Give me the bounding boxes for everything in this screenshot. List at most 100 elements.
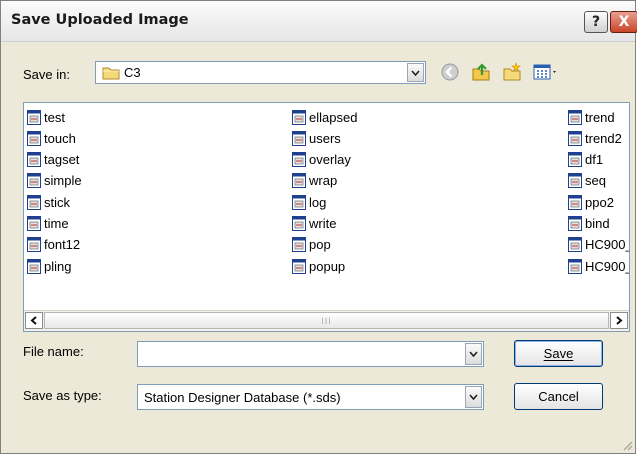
file-icon	[292, 258, 306, 274]
file-name: wrap	[309, 173, 338, 189]
file-list-item[interactable]: ellapsed	[292, 107, 357, 127]
file-name: simple	[44, 173, 82, 189]
file-icon	[27, 173, 41, 189]
file-name: seq	[585, 173, 606, 189]
file-name: overlay	[309, 152, 351, 168]
new-folder-icon[interactable]	[501, 61, 523, 83]
file-name: touch	[44, 130, 76, 146]
save-as-type-value: Station Designer Database (*.sds)	[144, 390, 341, 405]
file-icon	[27, 130, 41, 146]
back-icon[interactable]	[439, 61, 461, 83]
scroll-left-button[interactable]	[25, 312, 43, 329]
file-list-item[interactable]: log	[292, 192, 326, 212]
file-list[interactable]: test touch tagset simple stick time font12 plin…	[23, 102, 630, 332]
file-icon	[568, 194, 582, 210]
file-name: time	[44, 216, 69, 231]
file-icon	[27, 237, 41, 253]
file-list-item[interactable]: test	[27, 107, 65, 127]
help-button[interactable]: ?	[584, 11, 608, 33]
file-list-item[interactable]: bind	[568, 214, 610, 234]
scroll-right-button[interactable]	[610, 312, 628, 329]
file-name: HC900_	[585, 237, 630, 253]
file-list-item[interactable]: seq	[568, 171, 606, 191]
up-folder-icon[interactable]	[470, 61, 492, 83]
folder-icon	[102, 65, 120, 83]
file-icon	[27, 216, 41, 231]
file-icon	[27, 194, 41, 210]
title-bar[interactable]: Save Uploaded Image ? X	[1, 1, 637, 42]
file-icon	[568, 130, 582, 146]
file-icon	[292, 216, 306, 231]
file-name: HC900_	[585, 258, 630, 274]
file-list-item[interactable]: write	[292, 214, 336, 234]
scroll-thumb[interactable]: III	[44, 312, 609, 329]
file-icon	[27, 152, 41, 168]
file-icon	[292, 130, 306, 146]
file-list-item[interactable]: popup	[292, 256, 345, 276]
file-name: ellapsed	[309, 109, 358, 125]
file-list-item[interactable]: font12	[27, 235, 80, 255]
file-list-item[interactable]: touch	[27, 128, 76, 148]
save-as-type-label: Save as type:	[23, 388, 102, 403]
file-list-item[interactable]: trend	[568, 107, 615, 127]
file-icon	[568, 152, 582, 168]
file-icon	[292, 173, 306, 189]
save-in-dropdown-button[interactable]	[407, 63, 424, 82]
resize-grip-icon[interactable]	[621, 439, 633, 451]
chevron-down-icon	[469, 394, 478, 400]
save-as-type-dropdown-button[interactable]	[465, 386, 482, 408]
close-button[interactable]: X	[610, 11, 637, 33]
chevron-down-icon	[469, 351, 478, 357]
cancel-button[interactable]: Cancel	[514, 383, 603, 410]
file-icon	[292, 237, 306, 253]
file-name: test	[44, 109, 65, 125]
file-icon	[292, 194, 306, 210]
file-name-input[interactable]	[137, 341, 484, 367]
file-name: stick	[44, 194, 70, 210]
chevron-left-icon	[30, 316, 37, 325]
horizontal-scrollbar[interactable]: III	[24, 310, 629, 331]
file-name: write	[309, 216, 337, 231]
cancel-button-label: Cancel	[538, 389, 579, 404]
window-title: Save Uploaded Image	[11, 12, 189, 28]
file-icon	[27, 258, 41, 274]
file-name: popup	[309, 258, 346, 274]
file-list-item[interactable]: users	[292, 128, 341, 148]
file-icon	[292, 109, 306, 125]
save-as-type-select[interactable]: Station Designer Database (*.sds)	[137, 384, 484, 410]
file-icon	[568, 216, 582, 231]
file-list-item[interactable]: HC900_	[568, 235, 630, 255]
file-name: df1	[585, 152, 604, 168]
file-name: pling	[44, 258, 72, 274]
save-button[interactable]: Save	[514, 340, 603, 367]
file-name: ppo2	[585, 194, 614, 210]
file-list-item[interactable]: ppo2	[568, 192, 614, 212]
file-list-item[interactable]: simple	[27, 171, 82, 191]
file-list-item[interactable]: time	[27, 214, 69, 234]
file-list-item[interactable]: wrap	[292, 171, 337, 191]
file-icon	[568, 258, 582, 274]
file-name: trend	[585, 109, 615, 125]
file-list-item[interactable]: stick	[27, 192, 70, 212]
views-menu-icon[interactable]	[531, 61, 561, 83]
file-list-item[interactable]: overlay	[292, 150, 351, 170]
file-icon	[568, 173, 582, 189]
file-name-label: File name:	[23, 344, 84, 359]
file-name: users	[309, 130, 341, 146]
file-list-item[interactable]: pop	[292, 235, 331, 255]
file-icon	[568, 109, 582, 125]
file-icon	[568, 237, 582, 253]
file-name: bind	[585, 216, 610, 231]
file-list-item[interactable]: pling	[27, 256, 71, 276]
file-list-item[interactable]: tagset	[27, 150, 79, 170]
chevron-down-icon	[411, 69, 420, 76]
chevron-right-icon	[616, 316, 623, 325]
save-button-label: Save	[543, 346, 574, 361]
file-list-item[interactable]: HC900_	[568, 256, 630, 276]
file-list-item[interactable]: df1	[568, 150, 603, 170]
file-name-dropdown-button[interactable]	[465, 343, 482, 365]
file-list-item[interactable]: trend2	[568, 128, 622, 148]
save-in-combo[interactable]: C3	[95, 61, 426, 84]
file-icon	[27, 109, 41, 125]
file-name: font12	[44, 237, 81, 253]
